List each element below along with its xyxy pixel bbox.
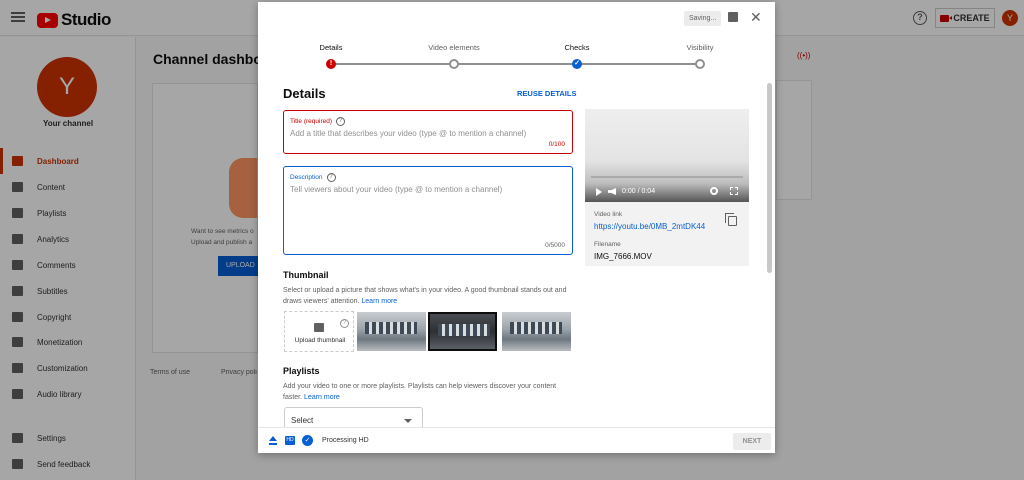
step-label: Video elements bbox=[428, 43, 480, 52]
copy-icon[interactable] bbox=[725, 213, 737, 226]
step-dot bbox=[695, 59, 705, 69]
video-preview[interactable]: 0:00 / 0:04 bbox=[585, 109, 749, 202]
title-placeholder: Add a title that describes your video (t… bbox=[290, 129, 527, 138]
help-icon[interactable]: ? bbox=[340, 319, 349, 328]
title-char-count: 0/100 bbox=[548, 141, 565, 148]
step-dot bbox=[449, 59, 459, 69]
step-details[interactable]: Details bbox=[291, 43, 371, 52]
fullscreen-icon[interactable] bbox=[730, 187, 738, 195]
play-icon[interactable] bbox=[596, 187, 602, 196]
chevron-down-icon bbox=[404, 419, 412, 423]
help-icon[interactable]: ? bbox=[326, 173, 336, 182]
add-photo-icon bbox=[314, 323, 324, 332]
title-field[interactable]: Title (required)? Add a title that descr… bbox=[283, 110, 573, 154]
playlists-text: Add your video to one or more playlists.… bbox=[283, 381, 573, 403]
processing-status: Processing HD bbox=[322, 437, 369, 444]
upload-dialog: Saving... ✕ Details ! Video elements Che… bbox=[258, 2, 775, 453]
description-placeholder: Tell viewers about your video (type @ to… bbox=[290, 185, 503, 194]
video-info: Video link https://youtu.be/0MB_2mtDK44 … bbox=[585, 202, 749, 266]
video-progress-bar[interactable] bbox=[591, 176, 743, 178]
video-link-label: Video link bbox=[594, 211, 623, 218]
thumbnail-description: Select or upload a picture that shows wh… bbox=[283, 287, 567, 305]
description-char-count: 0/5000 bbox=[545, 242, 565, 249]
check-circle-icon: ✓ bbox=[302, 435, 313, 446]
video-controls: 0:00 / 0:04 bbox=[585, 181, 749, 202]
volume-icon[interactable] bbox=[608, 188, 616, 195]
thumbnail-option[interactable] bbox=[502, 312, 571, 351]
step-label: Visibility bbox=[686, 43, 714, 52]
playlists-learn-more-link[interactable]: Learn more bbox=[304, 394, 340, 401]
step-video-elements[interactable]: Video elements bbox=[414, 43, 494, 52]
step-visibility[interactable]: Visibility bbox=[660, 43, 740, 52]
description-field[interactable]: Description? Tell viewers about your vid… bbox=[283, 166, 573, 255]
playlists-heading: Playlists bbox=[283, 366, 320, 376]
stepper: Details ! Video elements Checks ✓ Visibi… bbox=[258, 43, 775, 73]
close-icon[interactable]: ✕ bbox=[750, 9, 762, 26]
thumbnail-option-selected[interactable] bbox=[428, 312, 497, 351]
reuse-details-button[interactable]: REUSE DETAILS bbox=[517, 89, 576, 98]
title-field-label: Title (required)? bbox=[290, 117, 346, 126]
filename-value: IMG_7666.MOV bbox=[594, 252, 652, 261]
step-label: Details bbox=[319, 43, 343, 52]
video-link[interactable]: https://youtu.be/0MB_2mtDK44 bbox=[594, 222, 705, 231]
step-checks[interactable]: Checks bbox=[537, 43, 617, 52]
description-field-label: Description? bbox=[290, 173, 336, 182]
saving-badge: Saving... bbox=[684, 11, 722, 26]
dialog-footer: HD ✓ Processing HD NEXT bbox=[258, 427, 775, 453]
stepper-line bbox=[331, 63, 701, 65]
help-icon[interactable]: ? bbox=[336, 117, 346, 126]
upload-thumbnail-label: Upload thumbnail bbox=[294, 337, 346, 344]
title-label-text: Title (required) bbox=[290, 118, 333, 125]
upload-icon bbox=[269, 436, 277, 445]
thumbnail-option[interactable] bbox=[357, 312, 426, 351]
gear-icon[interactable] bbox=[710, 187, 718, 195]
thumbnail-learn-more-link[interactable]: Learn more bbox=[361, 298, 397, 305]
hd-icon: HD bbox=[285, 436, 295, 445]
description-label-text: Description bbox=[290, 174, 323, 181]
playlist-select-value: Select bbox=[291, 416, 314, 425]
error-icon: ! bbox=[326, 59, 336, 69]
check-icon: ✓ bbox=[572, 59, 582, 69]
scrollbar[interactable] bbox=[767, 83, 772, 273]
upload-thumbnail-button[interactable]: ? Upload thumbnail bbox=[284, 311, 354, 352]
video-time: 0:00 / 0:04 bbox=[622, 188, 656, 195]
next-button[interactable]: NEXT bbox=[733, 433, 771, 450]
filename-label: Filename bbox=[594, 241, 621, 248]
details-heading: Details bbox=[283, 86, 326, 101]
step-label: Checks bbox=[564, 43, 590, 52]
thumbnail-heading: Thumbnail bbox=[283, 270, 329, 280]
thumbnail-text: Select or upload a picture that shows wh… bbox=[283, 285, 573, 307]
feedback-icon[interactable] bbox=[728, 12, 738, 22]
